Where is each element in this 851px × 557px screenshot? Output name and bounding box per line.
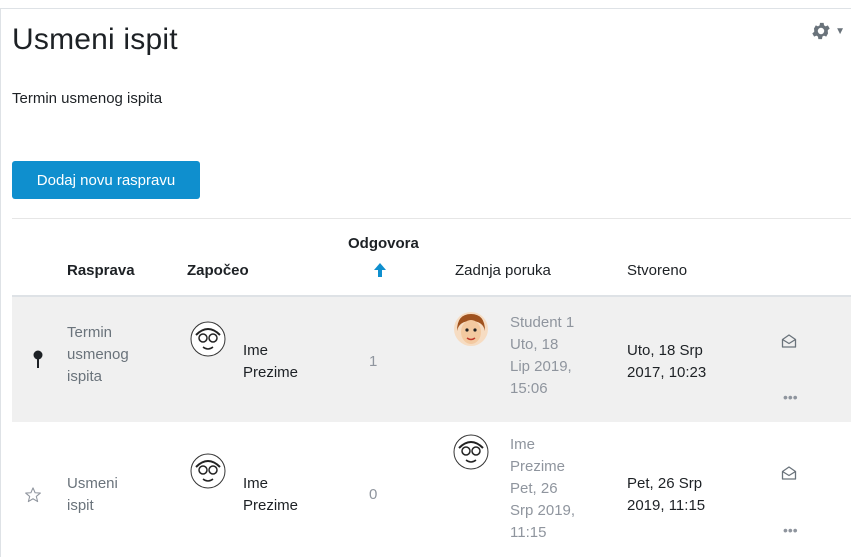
last-post-line: Ime (510, 436, 536, 453)
header-replies[interactable]: Odgovora (348, 235, 419, 252)
settings-menu[interactable]: ▼ (810, 20, 845, 42)
discussion-title-line: Termin (67, 324, 113, 341)
last-post-line: Uto, 18 (510, 336, 559, 353)
table-row: Termin usmenog ispita Ime Prezime 1 Stud… (12, 295, 851, 424)
discussion-title-line: usmenog (67, 346, 129, 363)
author-line: Prezime (243, 497, 299, 514)
created-line: 2017, 10:23 (627, 364, 707, 381)
discussion-title-line: ispit (67, 497, 94, 514)
author-line: Ime (243, 342, 269, 359)
avatar[interactable] (453, 311, 489, 347)
last-post-line: Lip 2019, (510, 358, 572, 375)
author-name[interactable]: Ime Prezime (243, 340, 298, 384)
avatar[interactable] (190, 453, 226, 489)
table-top-divider (12, 218, 851, 219)
created-line: Uto, 18 Srp (627, 342, 703, 359)
header-created[interactable]: Stvoreno (627, 262, 687, 279)
envelope-open-icon[interactable] (781, 465, 797, 486)
table-row: Usmeni ispit Ime Prezime 0 Ime Prezime P… (12, 422, 851, 557)
envelope-open-icon[interactable] (781, 333, 797, 354)
author-line: Prezime (243, 364, 299, 381)
last-post[interactable]: Ime Prezime Pet, 26 Srp 2019, 11:15 (510, 434, 575, 544)
more-dots-icon[interactable]: ••• (783, 522, 798, 538)
discussion-title-line: ispita (67, 368, 103, 385)
forum-intro: Termin usmenog ispita (12, 90, 163, 107)
last-post-line: Pet, 26 (510, 480, 558, 497)
page-title: Usmeni ispit (12, 23, 178, 56)
header-started-by[interactable]: Započeo (187, 262, 249, 279)
chevron-down-icon[interactable]: ▼ (835, 26, 845, 37)
author-line: Ime (243, 475, 269, 492)
author-name[interactable]: Ime Prezime (243, 473, 298, 517)
avatar[interactable] (190, 321, 226, 357)
header-discussion[interactable]: Rasprava (67, 262, 135, 279)
last-post[interactable]: Student 1 Uto, 18 Lip 2019, 15:06 (510, 312, 574, 400)
star-outline-icon[interactable] (24, 486, 42, 509)
discussion-title-line: Usmeni (67, 475, 118, 492)
gear-icon[interactable] (810, 20, 832, 42)
more-dots-icon[interactable]: ••• (783, 389, 798, 405)
last-post-line: Srp 2019, (510, 502, 576, 519)
discussion-link[interactable]: Usmeni ispit (67, 473, 157, 517)
created-date: Uto, 18 Srp 2017, 10:23 (627, 340, 706, 384)
created-date: Pet, 26 Srp 2019, 11:15 (627, 473, 705, 517)
avatar[interactable] (453, 434, 489, 470)
arrow-up-icon[interactable] (373, 262, 387, 283)
last-post-line: 15:06 (510, 380, 548, 397)
add-discussion-button[interactable]: Dodaj novu raspravu (12, 161, 200, 199)
last-post-line: Prezime (510, 458, 566, 475)
replies-count[interactable]: 1 (369, 351, 377, 373)
created-line: Pet, 26 Srp (627, 475, 703, 492)
pin-icon[interactable] (32, 350, 44, 375)
replies-count[interactable]: 0 (369, 484, 377, 506)
last-post-line: 11:15 (510, 524, 547, 541)
last-post-line: Student 1 (510, 314, 575, 331)
header-last-post[interactable]: Zadnja poruka (455, 262, 551, 279)
created-line: 2019, 11:15 (627, 497, 706, 514)
discussion-link[interactable]: Termin usmenog ispita (67, 322, 157, 388)
